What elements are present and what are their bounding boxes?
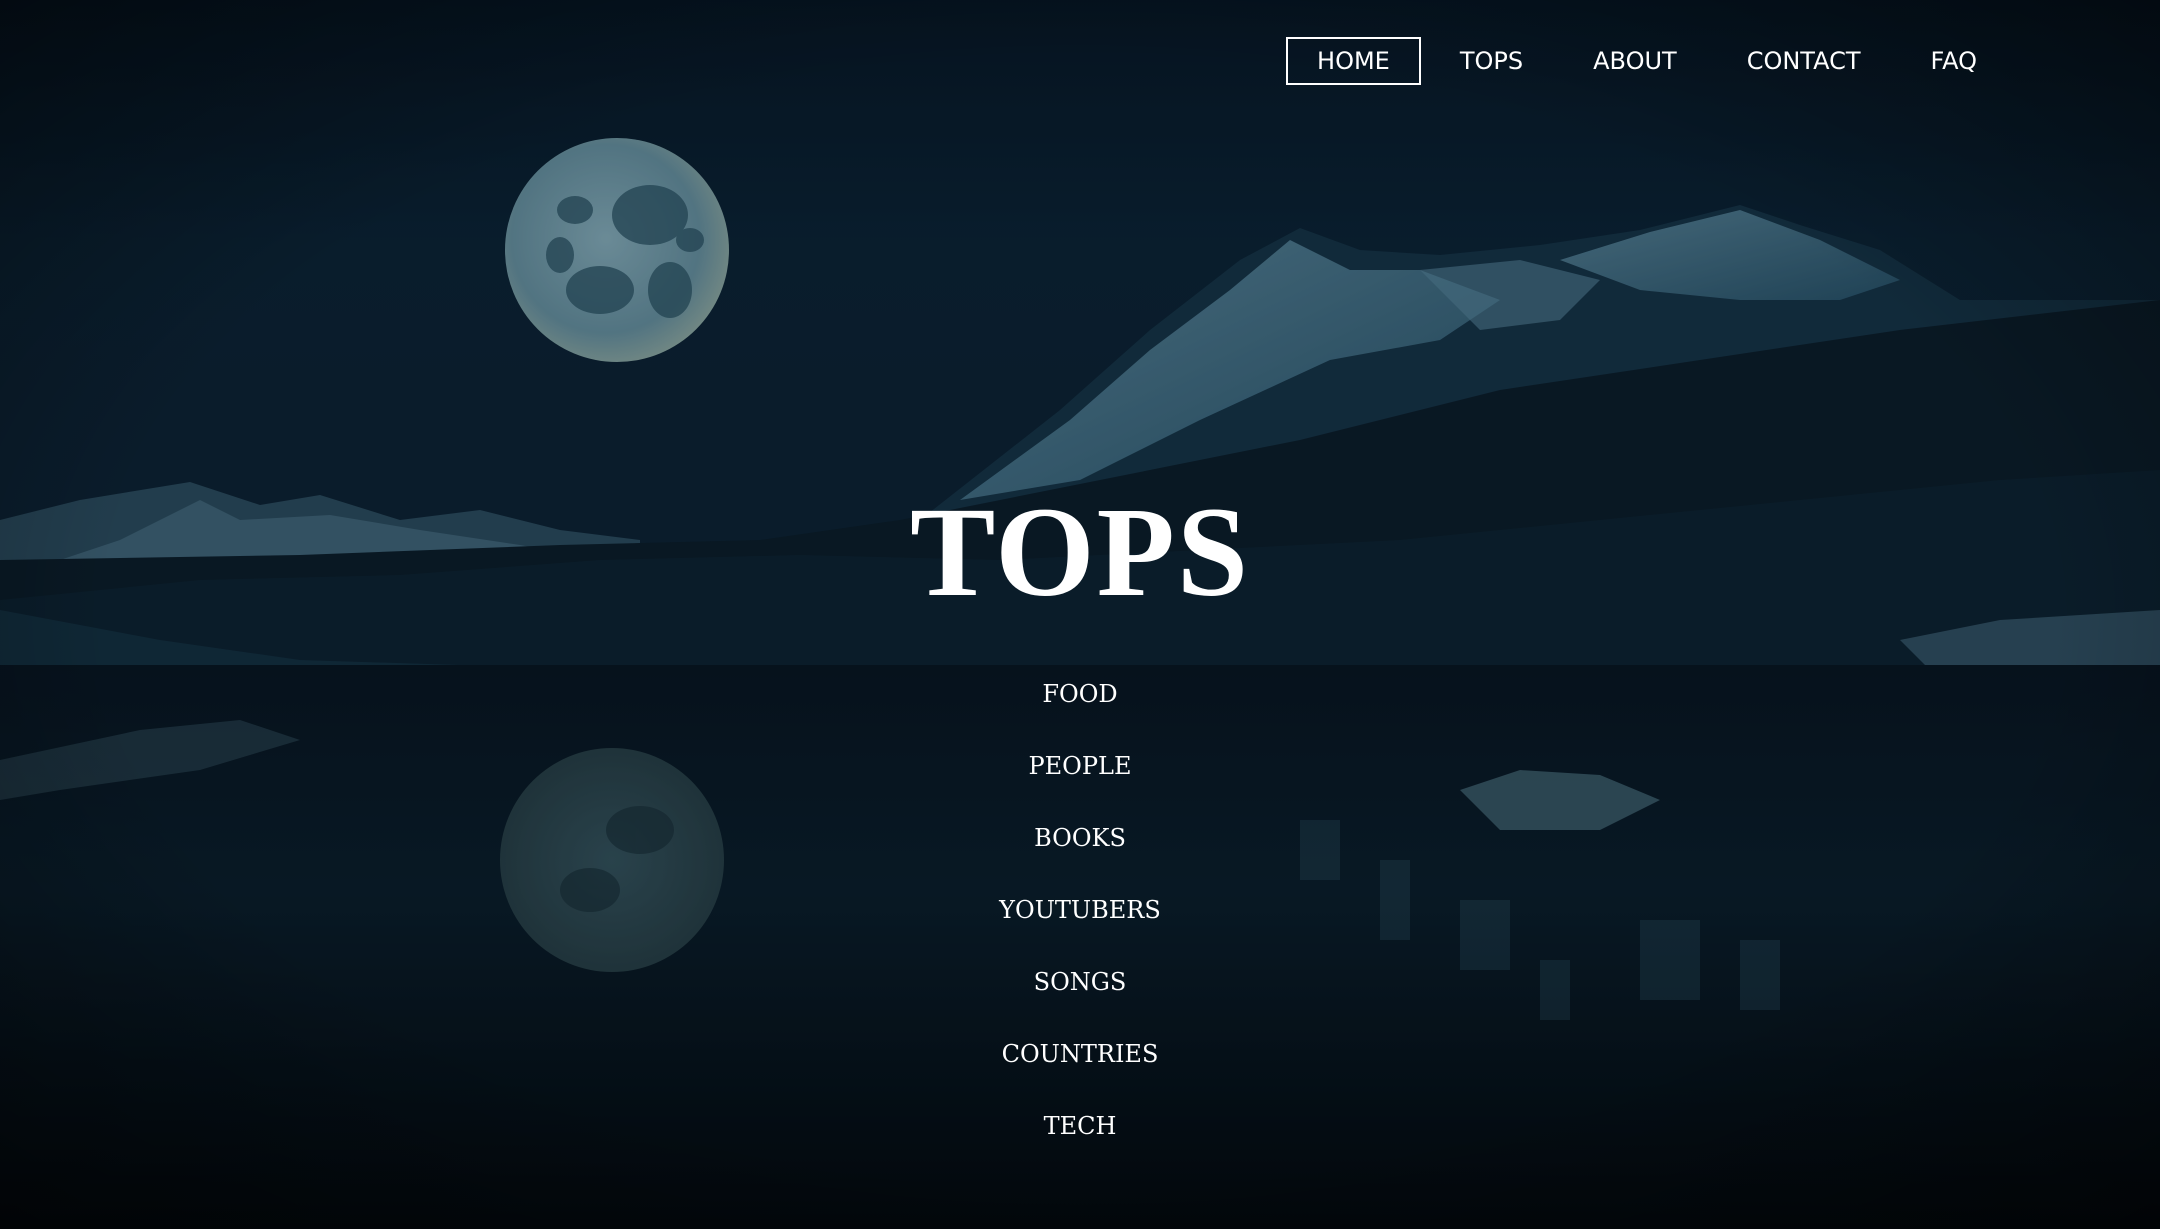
page: HOME TOPS ABOUT CONTACT FAQ TOPS FOOD PE…: [0, 0, 2160, 1229]
category-link-books[interactable]: BOOKS: [930, 802, 1230, 874]
category-link-tech[interactable]: TECH: [930, 1090, 1230, 1162]
category-link-songs[interactable]: SONGS: [930, 946, 1230, 1018]
category-link-people[interactable]: PEOPLE: [930, 730, 1230, 802]
top-navigation: HOME TOPS ABOUT CONTACT FAQ: [1278, 37, 2008, 85]
nav-item-contact[interactable]: CONTACT: [1716, 37, 1892, 85]
page-title: TOPS: [910, 481, 1250, 623]
category-link-countries[interactable]: COUNTRIES: [930, 1018, 1230, 1090]
nav-item-faq[interactable]: FAQ: [1900, 37, 2009, 85]
nav-item-tops[interactable]: TOPS: [1429, 37, 1554, 85]
category-link-food[interactable]: FOOD: [930, 658, 1230, 730]
hero: TOPS: [0, 482, 2160, 622]
nav-item-about[interactable]: ABOUT: [1562, 37, 1708, 85]
category-link-youtubers[interactable]: YOUTUBERS: [930, 874, 1230, 946]
category-list: FOOD PEOPLE BOOKS YOUTUBERS SONGS COUNTR…: [0, 658, 2160, 1162]
nav-item-home[interactable]: HOME: [1286, 37, 1421, 85]
